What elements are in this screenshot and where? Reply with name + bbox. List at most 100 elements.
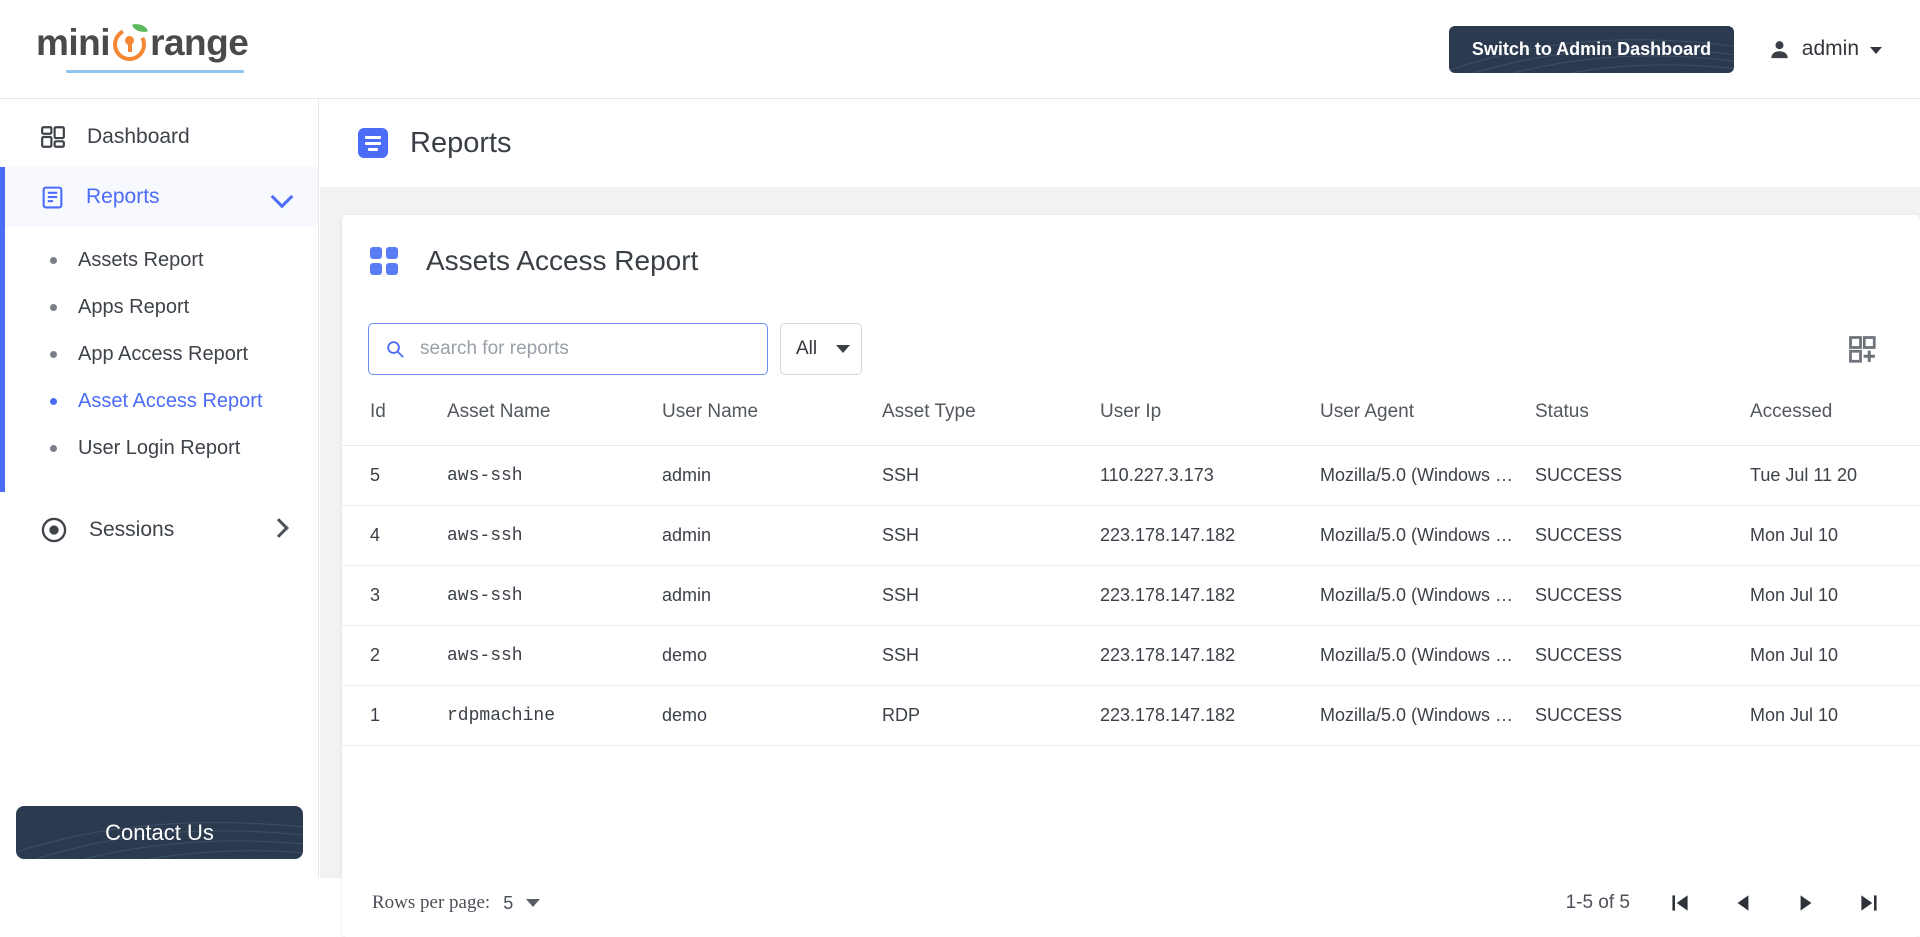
circle-dot-icon xyxy=(41,517,67,543)
logo-underline xyxy=(66,70,244,73)
cell-user-agent: Mozilla/5.0 (Windows … xyxy=(1320,565,1535,626)
chevron-right-icon[interactable] xyxy=(269,518,289,538)
contact-us-button[interactable]: Contact Us xyxy=(16,806,303,859)
page-header: Reports xyxy=(320,99,1920,187)
cell-id: 1 xyxy=(342,685,447,746)
first-page-icon[interactable] xyxy=(1667,890,1693,916)
add-column-icon[interactable] xyxy=(1848,335,1878,365)
cell-id: 3 xyxy=(342,565,447,626)
sidebar-item-dashboard-label: Dashboard xyxy=(87,125,190,148)
chevron-down-icon[interactable] xyxy=(270,185,294,209)
sidebar-item-apps-report-label: Apps Report xyxy=(78,296,190,318)
caret-down-icon xyxy=(526,899,541,907)
cell-id: 2 xyxy=(342,625,447,686)
user-menu[interactable]: admin xyxy=(1768,28,1882,70)
table-toolbar: All xyxy=(342,307,1920,391)
next-page-icon[interactable] xyxy=(1793,890,1819,916)
four-squares-icon xyxy=(370,247,398,275)
logo-text-range: range xyxy=(150,21,249,63)
rows-per-page-value: 5 xyxy=(503,892,514,913)
cell-user-name: admin xyxy=(662,565,882,626)
dashboard-grid-icon xyxy=(41,126,65,148)
column-header-asset-name[interactable]: Asset Name xyxy=(447,391,662,446)
report-lines-icon xyxy=(358,128,388,158)
brand-logo[interactable]: mini range xyxy=(36,20,266,73)
cell-status: SUCCESS xyxy=(1535,505,1750,566)
assets-access-table: Id Asset Name User Name Asset Type User … xyxy=(342,391,1920,746)
cell-user-name: demo xyxy=(662,685,882,746)
bullet-icon xyxy=(50,304,57,311)
column-header-asset-type[interactable]: Asset Type xyxy=(882,391,1100,446)
assets-access-report-card: Assets Access Report All xyxy=(342,215,1920,937)
table-row[interactable]: 3 aws-ssh admin SSH 223.178.147.182 Mozi… xyxy=(342,565,1920,626)
column-header-user-name[interactable]: User Name xyxy=(662,391,882,446)
cell-user-agent: Mozilla/5.0 (Windows … xyxy=(1320,685,1535,746)
main-content: Reports Assets Access Report All xyxy=(320,99,1920,937)
cell-status: SUCCESS xyxy=(1535,565,1750,626)
cell-asset-type: SSH xyxy=(882,565,1100,626)
cell-user-agent: Mozilla/5.0 (Windows … xyxy=(1320,625,1535,686)
table-row[interactable]: 5 aws-ssh admin SSH 110.227.3.173 Mozill… xyxy=(342,445,1920,506)
table-body: 5 aws-ssh admin SSH 110.227.3.173 Mozill… xyxy=(342,445,1920,746)
cell-accessed: Mon Jul 10 xyxy=(1750,685,1920,746)
cell-user-ip: 110.227.3.173 xyxy=(1100,445,1320,506)
sidebar-item-sessions[interactable]: Sessions xyxy=(0,500,318,560)
sidebar-item-apps-report[interactable]: Apps Report xyxy=(5,284,318,331)
table-header-row: Id Asset Name User Name Asset Type User … xyxy=(342,391,1920,446)
cell-user-ip: 223.178.147.182 xyxy=(1100,505,1320,566)
cell-id: 5 xyxy=(342,445,447,506)
switch-to-admin-dashboard-label: Switch to Admin Dashboard xyxy=(1471,39,1712,59)
cell-accessed: Mon Jul 10 xyxy=(1750,505,1920,566)
column-header-user-ip[interactable]: User Ip xyxy=(1100,391,1320,446)
cell-asset-name: rdpmachine xyxy=(447,685,662,746)
search-icon xyxy=(387,341,404,358)
switch-to-admin-dashboard-button[interactable]: Switch to Admin Dashboard xyxy=(1449,26,1734,73)
contact-us-label: Contact Us xyxy=(105,819,214,845)
cell-asset-name: aws-ssh xyxy=(447,565,662,626)
column-header-user-agent[interactable]: User Agent xyxy=(1320,391,1535,446)
bullet-icon xyxy=(50,445,57,452)
person-icon xyxy=(1771,40,1788,58)
table-row[interactable]: 4 aws-ssh admin SSH 223.178.147.182 Mozi… xyxy=(342,505,1920,566)
rows-per-page-control[interactable]: Rows per page: 5 xyxy=(372,892,541,914)
last-page-icon[interactable] xyxy=(1856,890,1882,916)
table-row[interactable]: 2 aws-ssh demo SSH 223.178.147.182 Mozil… xyxy=(342,625,1920,686)
previous-page-icon[interactable] xyxy=(1730,890,1756,916)
cell-asset-type: SSH xyxy=(882,625,1100,686)
table-head: Id Asset Name User Name Asset Type User … xyxy=(342,391,1920,446)
column-header-accessed[interactable]: Accessed xyxy=(1750,391,1920,446)
search-input[interactable] xyxy=(420,338,750,360)
cell-status: SUCCESS xyxy=(1535,685,1750,746)
sidebar-item-dashboard[interactable]: Dashboard xyxy=(0,107,318,167)
sidebar-item-assets-report-label: Assets Report xyxy=(78,249,204,271)
sidebar-item-asset-access-report-label: Asset Access Report xyxy=(78,390,263,412)
sidebar-item-reports[interactable]: Reports xyxy=(5,167,318,227)
cell-accessed: Mon Jul 10 xyxy=(1750,565,1920,626)
cell-asset-type: SSH xyxy=(882,505,1100,566)
logo-text-mini: mini xyxy=(36,21,111,63)
cell-asset-name: aws-ssh xyxy=(447,505,662,566)
column-header-status[interactable]: Status xyxy=(1535,391,1750,446)
bullet-icon xyxy=(50,398,57,405)
page-title: Reports xyxy=(410,126,512,159)
pagination-range: 1-5 of 5 xyxy=(1565,892,1630,913)
sidebar-item-user-login-report[interactable]: User Login Report xyxy=(5,425,318,472)
search-box[interactable] xyxy=(368,323,768,375)
caret-down-icon xyxy=(836,345,850,353)
cell-accessed: Tue Jul 11 20 xyxy=(1750,445,1920,506)
cell-user-name: admin xyxy=(662,505,882,566)
cell-user-name: admin xyxy=(662,445,882,506)
cell-user-ip: 223.178.147.182 xyxy=(1100,685,1320,746)
cell-id: 4 xyxy=(342,505,447,566)
table-row[interactable]: 1 rdpmachine demo RDP 223.178.147.182 Mo… xyxy=(342,685,1920,746)
sidebar-item-assets-report[interactable]: Assets Report xyxy=(5,237,318,284)
sidebar-group-reports: Reports Assets Report Apps Report App Ac… xyxy=(0,167,318,492)
column-header-id[interactable]: Id xyxy=(342,391,447,446)
sidebar-item-asset-access-report[interactable]: Asset Access Report xyxy=(5,378,318,425)
top-bar: mini range Switch to Admin Dashboard adm… xyxy=(0,0,1920,99)
bullet-icon xyxy=(50,257,57,264)
cell-user-agent: Mozilla/5.0 (Windows … xyxy=(1320,445,1535,506)
filter-select-value: All xyxy=(796,338,818,359)
sidebar-item-app-access-report[interactable]: App Access Report xyxy=(5,331,318,378)
filter-select[interactable]: All xyxy=(780,323,862,375)
